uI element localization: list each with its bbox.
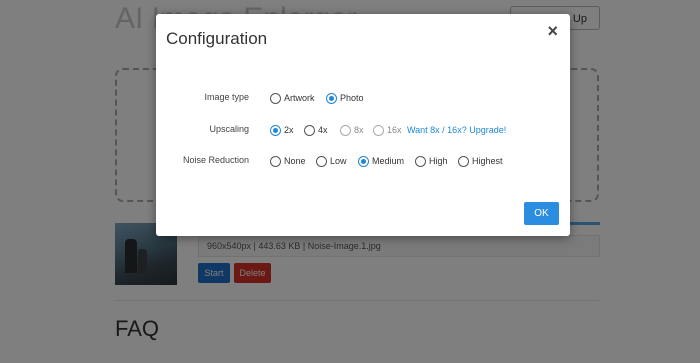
ok-button[interactable]: OK xyxy=(524,202,559,225)
image-type-option-photo[interactable]: Photo xyxy=(326,89,364,107)
upscaling-option-16x[interactable]: 16x xyxy=(373,121,402,139)
radio-4x[interactable] xyxy=(304,124,315,136)
option-label: 2x xyxy=(284,125,294,135)
radio-16x[interactable] xyxy=(373,124,384,136)
option-label: Photo xyxy=(340,93,364,103)
noise-option-medium[interactable]: Medium xyxy=(358,152,404,170)
noise-option-highest[interactable]: Highest xyxy=(458,152,503,170)
radio-high[interactable] xyxy=(415,155,426,167)
noise-reduction-label: Noise Reduction xyxy=(182,155,249,165)
radio-highest[interactable] xyxy=(458,155,469,167)
upscaling-option-4x[interactable]: 4x xyxy=(304,121,328,139)
option-label: 4x xyxy=(318,125,328,135)
radio-2x[interactable] xyxy=(270,124,281,136)
option-label: Medium xyxy=(372,156,405,166)
image-type-label: Image type xyxy=(204,92,249,102)
option-label: 8x xyxy=(354,125,364,135)
option-label: Artwork xyxy=(284,93,315,103)
configuration-dialog: Configuration × Image type Artwork Photo… xyxy=(156,14,570,236)
noise-option-high[interactable]: High xyxy=(415,152,448,170)
noise-reduction-row: Noise Reduction None Low Medium High Hig… xyxy=(156,152,570,170)
option-label: Highest xyxy=(472,156,503,166)
radio-low[interactable] xyxy=(316,155,327,167)
option-label: High xyxy=(429,156,448,166)
upscaling-label: Upscaling xyxy=(209,124,249,134)
image-type-option-artwork[interactable]: Artwork xyxy=(270,89,315,107)
dialog-title: Configuration xyxy=(166,29,268,48)
noise-option-none[interactable]: None xyxy=(270,152,306,170)
radio-photo[interactable] xyxy=(326,92,337,104)
option-label: Low xyxy=(330,156,347,166)
radio-8x[interactable] xyxy=(340,124,351,136)
close-icon[interactable]: × xyxy=(547,21,558,42)
radio-none[interactable] xyxy=(270,155,281,167)
upscaling-option-2x[interactable]: 2x xyxy=(270,121,294,139)
upgrade-link[interactable]: Want 8x / 16x? Upgrade! xyxy=(407,121,506,139)
noise-option-low[interactable]: Low xyxy=(316,152,347,170)
radio-medium[interactable] xyxy=(358,155,369,167)
upscaling-option-8x[interactable]: 8x xyxy=(340,121,364,139)
radio-artwork[interactable] xyxy=(270,92,281,104)
image-type-row: Image type Artwork Photo xyxy=(156,89,570,107)
option-label: None xyxy=(284,156,306,166)
option-label: 16x xyxy=(387,125,402,135)
upscaling-row: Upscaling 2x 4x 8x 16x Want 8x / 16x? Up… xyxy=(156,121,570,139)
